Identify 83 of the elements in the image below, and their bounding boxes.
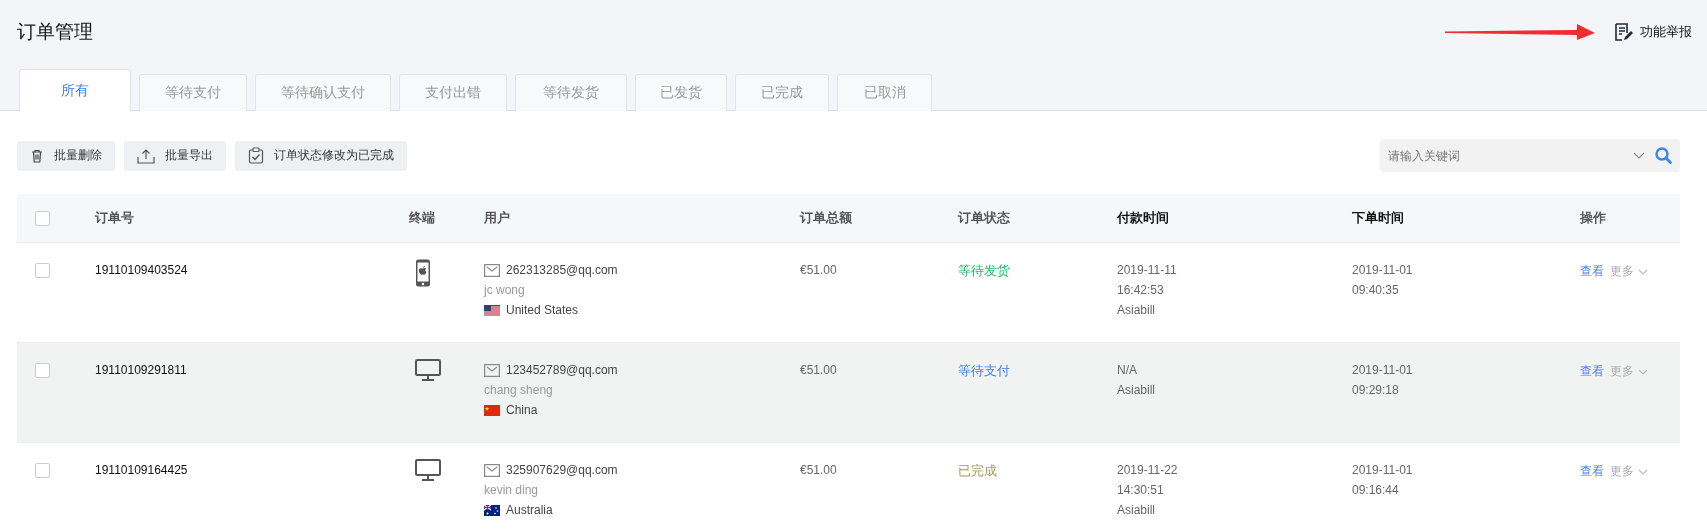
payment-info: Asiabill — [1117, 383, 1155, 398]
phone-icon — [415, 259, 431, 287]
order-amount: €51.00 — [800, 363, 837, 378]
tab[interactable]: 已发货 — [635, 74, 727, 111]
toolbar-button[interactable]: 批量导出 — [124, 140, 226, 171]
chevron-down-icon — [1633, 152, 1645, 159]
caret-icon — [1638, 368, 1648, 375]
toolbar-button[interactable]: 批量删除 — [17, 140, 115, 171]
caret-icon — [1638, 468, 1648, 475]
column-header: 付款时间 — [1117, 209, 1170, 227]
user-name: kevin ding — [484, 483, 539, 498]
payment-info: 16:42:53 — [1117, 283, 1164, 298]
checkbox[interactable] — [35, 463, 50, 478]
column-header: 操作 — [1580, 209, 1607, 227]
column-header: 订单总额 — [800, 209, 853, 227]
user-name: jc wong — [484, 283, 525, 298]
order-time: 09:16:44 — [1352, 483, 1399, 498]
envelope-icon — [484, 264, 500, 277]
more-menu[interactable]: 更多 — [1610, 363, 1648, 380]
order-time: 2019-11-01 — [1352, 463, 1413, 478]
column-header: 订单号 — [95, 209, 135, 227]
column-header: 订单状态 — [958, 209, 1011, 227]
order-time: 2019-11-01 — [1352, 263, 1413, 278]
user-name: chang sheng — [484, 383, 553, 398]
country-name: China — [506, 403, 538, 418]
country-name: Australia — [506, 503, 553, 518]
order-status: 等待支付 — [958, 363, 1010, 378]
monitor-icon — [415, 359, 441, 381]
order-time: 09:29:18 — [1352, 383, 1399, 398]
more-menu[interactable]: 更多 — [1610, 463, 1648, 480]
country-name: United States — [506, 303, 579, 318]
user-email: 325907629@qq.com — [506, 463, 618, 478]
caret-icon — [1638, 268, 1648, 275]
user-email: 262313285@qq.com — [506, 263, 618, 278]
order-number: 19110109291811 — [95, 363, 187, 378]
column-header: 用户 — [484, 209, 511, 227]
tab[interactable]: 等待支付 — [139, 74, 247, 111]
tab[interactable]: 等待确认支付 — [255, 74, 391, 111]
trash-icon — [30, 148, 44, 163]
view-link[interactable]: 查看 — [1580, 363, 1604, 380]
order-number: 19110109403524 — [95, 263, 188, 278]
document-pen-icon — [1614, 22, 1634, 42]
search-icon — [1655, 147, 1672, 164]
order-time: 2019-11-01 — [1352, 363, 1413, 378]
search-field[interactable]: 请输入关键词 — [1386, 147, 1623, 164]
monitor-icon — [415, 459, 441, 481]
tab[interactable]: 支付出错 — [399, 74, 507, 111]
more-menu[interactable]: 更多 — [1610, 263, 1648, 280]
view-link[interactable]: 查看 — [1580, 463, 1604, 480]
upload-icon — [137, 147, 155, 164]
payment-info: Asiabill — [1117, 503, 1155, 518]
toolbar-button[interactable]: 订单状态修改为已完成 — [235, 140, 407, 171]
column-header: 下单时间 — [1352, 209, 1405, 227]
tab[interactable]: 所有 — [19, 69, 131, 112]
order-status: 等待发货 — [958, 263, 1010, 278]
flag-icon — [484, 405, 500, 416]
payment-info: 2019-11-22 — [1117, 463, 1178, 478]
payment-info: N/A — [1117, 363, 1137, 378]
payment-info: Asiabill — [1117, 303, 1155, 318]
checkbox[interactable] — [35, 363, 50, 378]
view-link[interactable]: 查看 — [1580, 263, 1604, 280]
user-email: 123452789@qq.com — [506, 363, 618, 378]
tab[interactable]: 已取消 — [837, 74, 932, 111]
tab[interactable]: 已完成 — [735, 74, 829, 111]
report-link[interactable]: 功能举报 — [1640, 23, 1692, 41]
order-amount: €51.00 — [800, 263, 837, 278]
flag-icon — [484, 505, 500, 516]
order-number: 19110109164425 — [95, 463, 188, 478]
order-status: 已完成 — [958, 463, 997, 478]
page-title: 订单管理 — [17, 21, 93, 41]
payment-info: 2019-11-11 — [1117, 263, 1177, 278]
tab[interactable]: 等待发货 — [515, 74, 627, 111]
envelope-icon — [484, 364, 500, 377]
order-time: 09:40:35 — [1352, 283, 1399, 298]
column-header: 终端 — [409, 209, 436, 227]
checkbox[interactable] — [35, 263, 50, 278]
checkbox[interactable] — [35, 210, 50, 226]
order-amount: €51.00 — [800, 463, 837, 478]
search-box[interactable]: 请输入关键词 — [1380, 139, 1680, 172]
envelope-icon — [484, 464, 500, 477]
flag-icon — [484, 305, 500, 316]
clipboard-check-icon — [248, 147, 264, 164]
payment-info: 14:30:51 — [1117, 483, 1164, 498]
